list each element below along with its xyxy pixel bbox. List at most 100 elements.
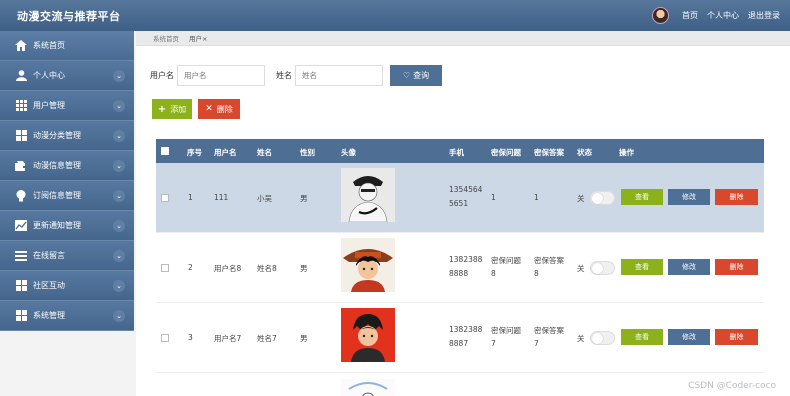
status-toggle[interactable] xyxy=(590,191,615,205)
header-status: 状态 xyxy=(577,148,592,157)
batch-delete-button[interactable]: ✕ 删除 xyxy=(198,99,240,119)
nav-profile-link[interactable]: 个人中心 xyxy=(707,10,739,21)
cell-username: 111 xyxy=(214,193,229,202)
cell-seq: 2 xyxy=(188,263,193,272)
header-phone: 手机 xyxy=(449,148,464,157)
avatar[interactable] xyxy=(652,7,669,24)
header-avatar: 头像 xyxy=(341,148,356,157)
sidebar-item-label: 订阅信息管理 xyxy=(33,191,81,200)
view-button[interactable]: 查看 xyxy=(621,259,663,275)
chevron-down-icon[interactable]: ⌄ xyxy=(113,100,125,112)
chevron-down-icon[interactable]: ⌄ xyxy=(113,130,125,142)
table-header: 序号 用户名 姓名 性别 头像 手机 密保问题 密保答案 状态 操作 xyxy=(156,139,764,163)
sidebar-item-messages[interactable]: 在线留言 ⌄ xyxy=(0,241,134,271)
sidebar-item-profile[interactable]: 个人中心 ⌄ xyxy=(0,61,134,91)
app-title: 动漫交流与推荐平台 xyxy=(17,10,121,23)
chevron-down-icon[interactable]: ⌄ xyxy=(113,220,125,232)
add-button[interactable]: + 添加 xyxy=(152,99,192,119)
plus-icon: + xyxy=(157,103,167,115)
sidebar-item-label: 在线留言 xyxy=(33,251,65,260)
sidebar-item-update-notices[interactable]: 更新通知管理 ⌄ xyxy=(0,211,134,241)
cell-question-line1: 密保问题 xyxy=(491,326,521,335)
user-icon xyxy=(15,70,27,82)
chevron-down-icon[interactable]: ⌄ xyxy=(113,280,125,292)
chevron-down-icon[interactable]: ⌄ xyxy=(113,250,125,262)
sidebar-item-system[interactable]: 系统管理 ⌄ xyxy=(0,301,134,331)
select-all-checkbox[interactable] xyxy=(161,147,169,155)
sidebar-item-community[interactable]: 社区互动 ⌄ xyxy=(0,271,134,301)
chevron-down-icon[interactable]: ⌄ xyxy=(113,310,125,322)
view-button[interactable]: 查看 xyxy=(621,329,663,345)
breadcrumb: 系统首页 用户× xyxy=(136,31,790,46)
delete-button[interactable]: 删除 xyxy=(715,329,758,345)
cell-name: 姓名8 xyxy=(257,264,277,273)
cell-username: 用户名8 xyxy=(214,264,242,273)
nav-home-link[interactable]: 首页 xyxy=(682,10,698,21)
chevron-down-icon[interactable]: ⌄ xyxy=(113,70,125,82)
sidebar-item-label: 系统首页 xyxy=(33,41,65,50)
cell-status-text: 关 xyxy=(577,264,585,273)
sidebar-item-label: 社区互动 xyxy=(33,281,65,290)
header-answer: 密保答案 xyxy=(534,148,564,157)
sidebar-item-label: 系统管理 xyxy=(33,311,65,320)
sidebar-item-label: 动漫信息管理 xyxy=(33,161,81,170)
chevron-down-icon[interactable]: ⌄ xyxy=(113,160,125,172)
sidebar-item-users[interactable]: 用户管理 ⌄ xyxy=(0,91,134,121)
cell-gender: 男 xyxy=(300,334,308,343)
cell-question: 1 xyxy=(491,193,496,202)
header-question: 密保问题 xyxy=(491,148,521,157)
watermark-text: CSDN @Coder-coco xyxy=(688,381,776,391)
query-button-label: 查询 xyxy=(413,71,430,80)
logout-link[interactable]: 退出登录 xyxy=(748,10,780,21)
delete-button[interactable]: 删除 xyxy=(715,259,758,275)
view-button[interactable]: 查看 xyxy=(621,189,663,205)
status-toggle[interactable] xyxy=(590,331,615,345)
user-table: 序号 用户名 姓名 性别 头像 手机 密保问题 密保答案 状态 操作 1 111… xyxy=(156,139,764,396)
cell-name: 小吴 xyxy=(257,194,272,203)
cell-gender: 男 xyxy=(300,264,308,273)
query-button[interactable]: ♡ 查询 xyxy=(390,65,442,86)
row-checkbox[interactable] xyxy=(161,194,169,202)
header-seq: 序号 xyxy=(187,148,202,157)
sidebar-item-home[interactable]: 系统首页 xyxy=(0,31,134,61)
delete-button[interactable]: 删除 xyxy=(715,189,758,205)
avatar-image xyxy=(341,379,395,396)
edit-button[interactable]: 修改 xyxy=(668,329,710,345)
table-row[interactable]: 2 用户名8 姓名8 男 1382388 8888 密保问题 8 密保答案 8 … xyxy=(156,233,764,303)
row-checkbox[interactable] xyxy=(161,264,169,272)
chart-icon xyxy=(15,220,27,232)
cell-seq: 3 xyxy=(188,333,193,342)
sidebar-item-anime-info[interactable]: 动漫信息管理 ⌄ xyxy=(0,151,134,181)
sidebar-item-label: 个人中心 xyxy=(33,71,65,80)
home-icon xyxy=(15,40,27,52)
table-row[interactable]: 1 111 小吴 男 1354564 5651 1 1 关 查看 修改 删除 xyxy=(156,163,764,233)
chevron-down-icon[interactable]: ⌄ xyxy=(113,190,125,202)
sidebar-item-subscriptions[interactable]: 订阅信息管理 ⌄ xyxy=(0,181,134,211)
cell-name: 姓名7 xyxy=(257,334,277,343)
status-toggle[interactable] xyxy=(590,261,615,275)
sidebar-item-anime-categories[interactable]: 动漫分类管理 ⌄ xyxy=(0,121,134,151)
header-name: 姓名 xyxy=(257,148,272,157)
delete-button-label: 删除 xyxy=(216,104,233,114)
add-button-label: 添加 xyxy=(170,104,187,114)
cell-question-line2: 8 xyxy=(491,269,496,278)
row-checkbox[interactable] xyxy=(161,334,169,342)
username-search-input[interactable] xyxy=(177,65,265,86)
close-icon: ✕ xyxy=(205,104,213,114)
breadcrumb-home[interactable]: 系统首页 xyxy=(153,33,179,43)
avatar-image xyxy=(341,308,395,362)
header-username: 用户名 xyxy=(214,148,237,157)
table-row[interactable] xyxy=(156,373,764,396)
breadcrumb-current-tab[interactable]: 用户× xyxy=(189,33,207,43)
edit-button[interactable]: 修改 xyxy=(668,189,710,205)
cell-answer-line1: 密保答案 xyxy=(534,326,564,335)
cell-answer-line2: 7 xyxy=(534,339,539,348)
sidebar: 系统首页 个人中心 ⌄ 用户管理 ⌄ 动漫分类管理 ⌄ 动漫信息管理 ⌄ 订阅信… xyxy=(0,31,134,331)
table-row[interactable]: 3 用户名7 姓名7 男 1382388 8887 密保问题 7 密保答案 7 … xyxy=(156,303,764,373)
cell-answer-line1: 密保答案 xyxy=(534,256,564,265)
name-search-input[interactable] xyxy=(295,65,383,86)
edit-button[interactable]: 修改 xyxy=(668,259,710,275)
cell-phone-line1: 1382388 xyxy=(449,325,483,334)
cell-seq: 1 xyxy=(188,193,193,202)
avatar-image xyxy=(341,238,395,292)
